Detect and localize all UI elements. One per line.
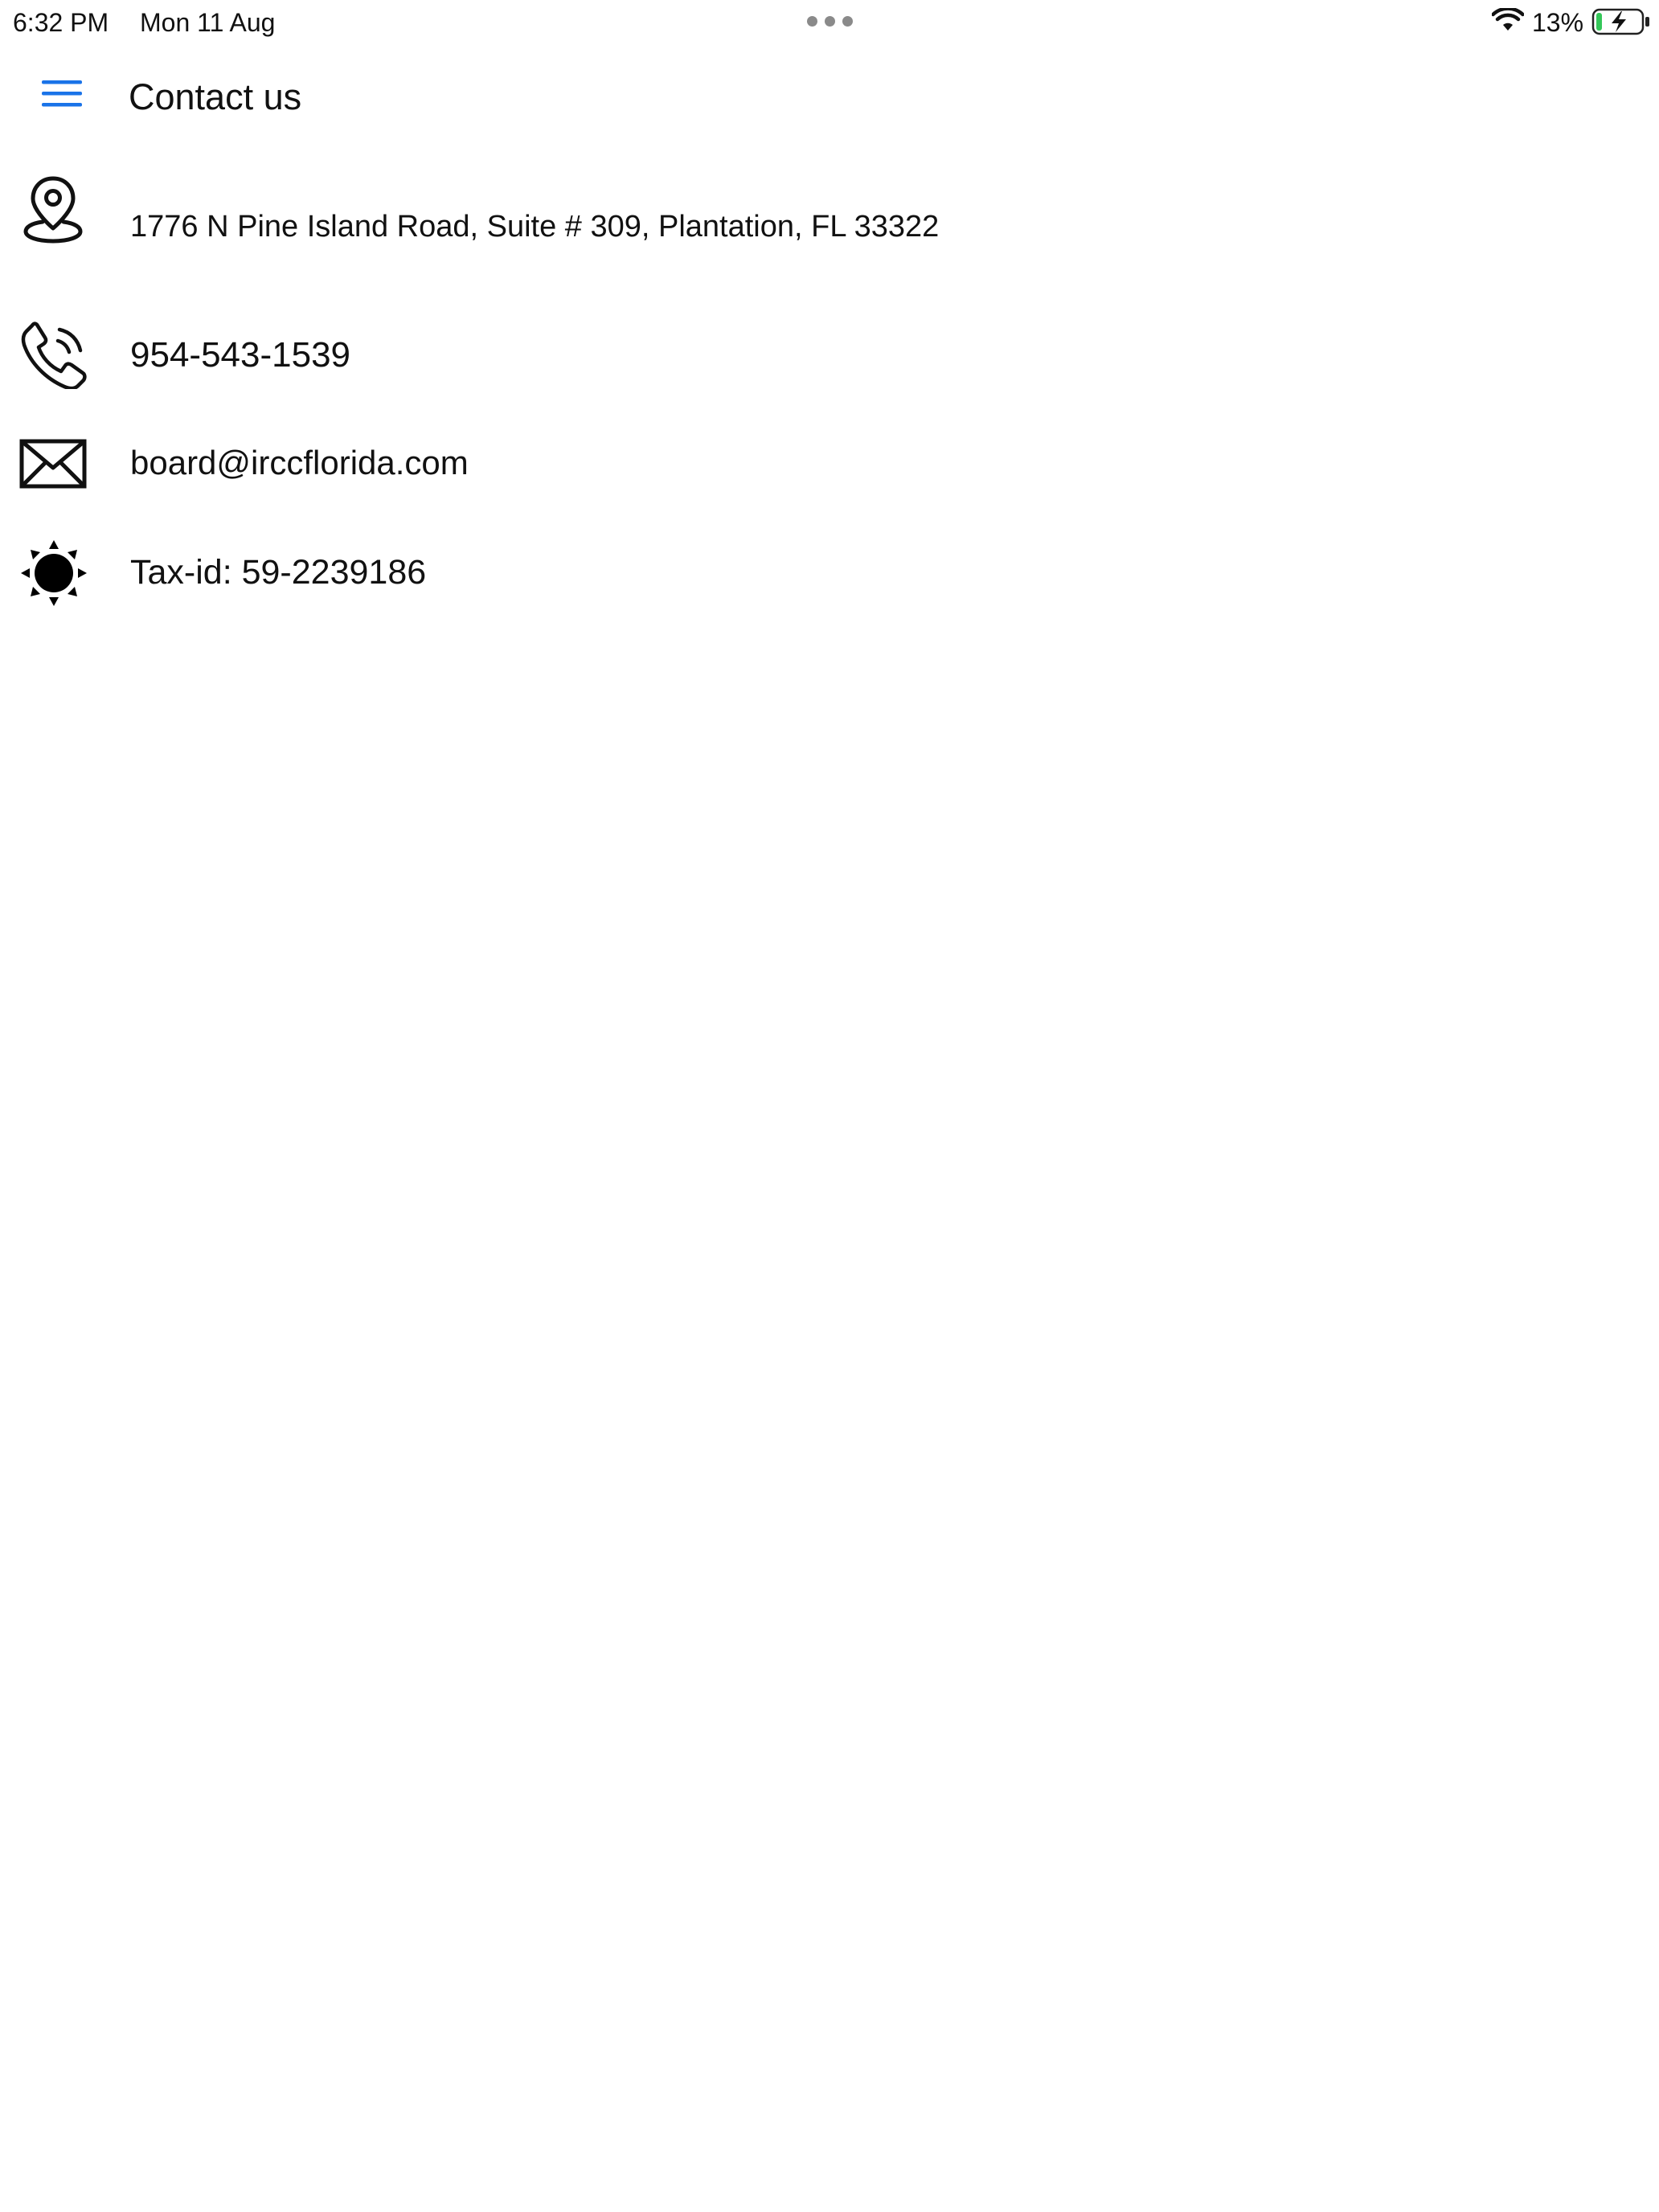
- more-dots-icon[interactable]: [807, 16, 854, 27]
- menu-button[interactable]: [31, 77, 95, 132]
- wifi-icon: [1492, 8, 1524, 31]
- sun-icon: [21, 540, 87, 606]
- email-text: board@irccflorida.com: [130, 444, 469, 481]
- phone-icon: [21, 322, 87, 389]
- battery-percent: 13%: [1532, 8, 1584, 37]
- phone-text: 954-543-1539: [130, 335, 351, 375]
- status-time: 6:32 PM: [13, 8, 109, 37]
- tax-id-row: Tax-id: 59-2239186: [0, 539, 1659, 611]
- envelope-icon: [19, 439, 87, 489]
- page-title: Contact us: [129, 76, 302, 117]
- address-row[interactable]: 1776 N Pine Island Road, Suite # 309, Pl…: [0, 167, 1659, 256]
- battery-charging-icon: [1591, 8, 1649, 35]
- hamburger-menu-icon: [42, 80, 82, 107]
- tax-id-text: Tax-id: 59-2239186: [130, 553, 427, 592]
- status-bar: 6:32 PM Mon 11 Aug 13%: [0, 0, 1659, 45]
- status-date: Mon 11 Aug: [140, 8, 276, 37]
- nav-bar: Contact us: [0, 48, 1659, 148]
- phone-row[interactable]: 954-543-1539: [0, 320, 1659, 392]
- location-pin-icon: [23, 176, 83, 244]
- address-text: 1776 N Pine Island Road, Suite # 309, Pl…: [130, 210, 940, 244]
- email-row[interactable]: board@irccflorida.com: [0, 434, 1659, 498]
- battery-level-fill: [1596, 13, 1602, 31]
